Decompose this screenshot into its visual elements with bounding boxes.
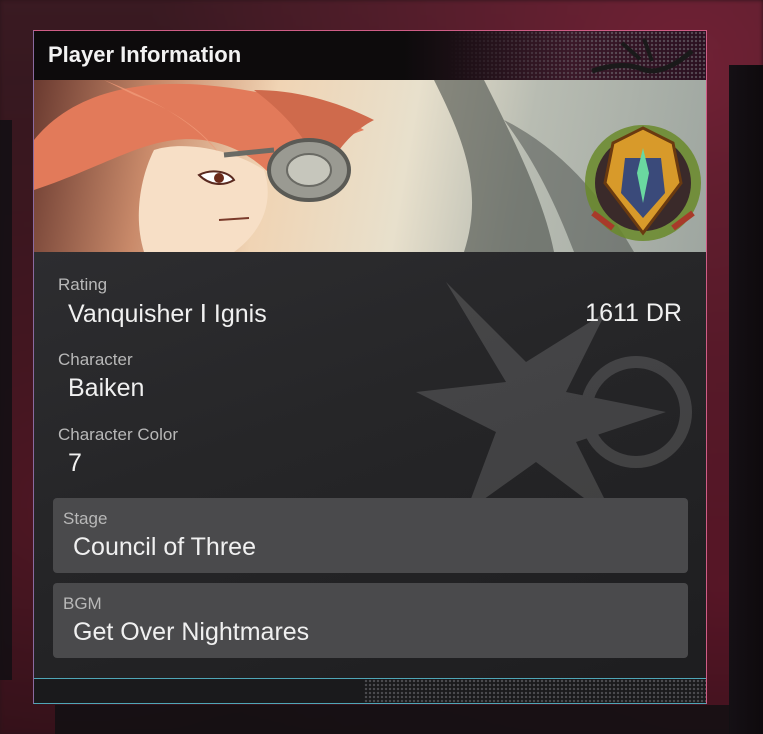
background-panel-right bbox=[729, 65, 763, 734]
character-value: Baiken bbox=[68, 374, 145, 402]
stage-value: Council of Three bbox=[73, 533, 256, 561]
rating-points: 1611 DR bbox=[585, 299, 682, 327]
bgm-value: Get Over Nightmares bbox=[73, 618, 310, 646]
bottom-strip-pattern bbox=[364, 679, 706, 703]
bottom-strip bbox=[34, 678, 706, 703]
panel-title: Player Information bbox=[48, 42, 242, 67]
rating-value: Vanquisher Ⅰ Ignis bbox=[68, 300, 267, 328]
character-color-label: Character Color bbox=[58, 425, 178, 444]
character-portrait-image bbox=[34, 80, 701, 252]
stage-label: Stage bbox=[63, 509, 108, 528]
background-panel-left bbox=[0, 120, 12, 680]
player-details: Rating Vanquisher Ⅰ Ignis 1611 DR Charac… bbox=[34, 252, 706, 703]
rating-label: Rating bbox=[58, 275, 108, 294]
rank-emblem-icon bbox=[585, 125, 701, 241]
background-panel-bottom bbox=[55, 705, 730, 734]
player-information-panel: Player Information Rating Vanquisher Ⅰ I… bbox=[33, 30, 707, 704]
title-bar-decoration-icon bbox=[591, 38, 694, 74]
character-color-value: 7 bbox=[68, 449, 82, 477]
title-bar: Player Information bbox=[34, 31, 706, 80]
character-banner bbox=[34, 80, 706, 252]
bgm-box: BGM Get Over Nightmares bbox=[53, 583, 688, 658]
character-label: Character bbox=[58, 350, 133, 369]
bgm-label: BGM bbox=[63, 594, 102, 613]
stage-box: Stage Council of Three bbox=[53, 498, 688, 573]
